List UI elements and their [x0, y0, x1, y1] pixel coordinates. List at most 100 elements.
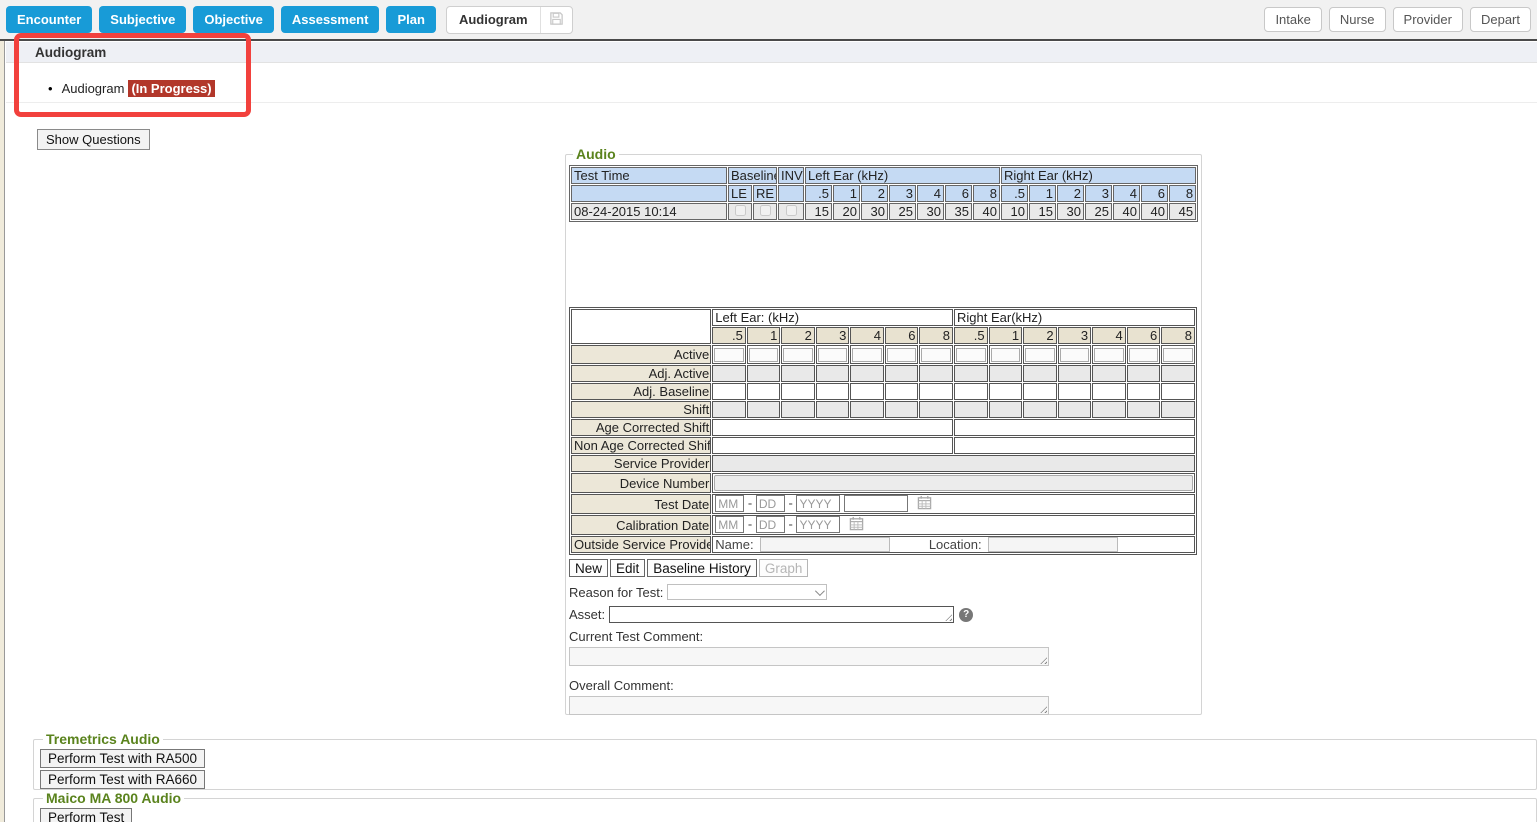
freq-header: .5 — [1001, 185, 1028, 202]
new-button[interactable]: New — [569, 559, 608, 577]
save-button[interactable] — [540, 7, 572, 33]
plan-button[interactable]: Plan — [386, 6, 435, 33]
perform-test-button[interactable]: Perform Test — [40, 808, 132, 822]
freq-header: 4 — [1113, 185, 1140, 202]
active-value-input[interactable] — [1025, 348, 1055, 362]
shift-row-label: Shift — [571, 401, 711, 418]
active-input-cell — [885, 345, 919, 364]
calendar-icon[interactable] — [849, 516, 864, 534]
freq-header: 1 — [989, 327, 1023, 344]
freq-header: 8 — [1169, 185, 1196, 202]
freq-header: 4 — [850, 327, 884, 344]
shift-row: Shift — [571, 401, 1195, 418]
active-input-cell — [816, 345, 850, 364]
depart-button[interactable]: Depart — [1470, 7, 1531, 32]
active-input-cell — [712, 345, 746, 364]
left-value: 25 — [889, 203, 916, 220]
assessment-button[interactable]: Assessment — [281, 6, 380, 33]
show-questions-button[interactable]: Show Questions — [37, 129, 150, 150]
blank-header — [778, 185, 804, 202]
calibration-date-yyyy-input[interactable] — [796, 516, 840, 533]
maico-legend: Maico MA 800 Audio — [43, 790, 184, 806]
perform-test-ra660-button[interactable]: Perform Test with RA660 — [40, 770, 205, 789]
resize-handle-icon — [1040, 657, 1047, 664]
encounter-button[interactable]: Encounter — [6, 6, 92, 33]
non-age-corrected-shift-row: Non Age Corrected Shift — [571, 437, 1195, 454]
active-value-input[interactable] — [1060, 348, 1090, 362]
active-input-cell — [1092, 345, 1126, 364]
col-inv: INV — [778, 167, 804, 184]
freq-header: 1 — [833, 185, 860, 202]
provider-button[interactable]: Provider — [1393, 7, 1463, 32]
left-value: 35 — [945, 203, 972, 220]
date-separator: - — [789, 517, 793, 532]
left-value: 15 — [805, 203, 832, 220]
test-time-input[interactable] — [844, 495, 908, 512]
audio-legend: Audio — [573, 146, 619, 162]
nurse-button[interactable]: Nurse — [1329, 7, 1386, 32]
status-badge: (In Progress) — [128, 80, 214, 97]
test-date-dd-input[interactable] — [756, 495, 785, 512]
outside-service-provider-label: Outside Service Provider — [571, 536, 711, 553]
active-value-input[interactable] — [1163, 348, 1193, 362]
list-item-label[interactable]: Audiogram — [62, 81, 125, 96]
audiogram-list-item[interactable]: • Audiogram (In Progress) — [6, 79, 1537, 97]
active-value-input[interactable] — [921, 348, 951, 362]
history-header-row-2: LE RE .5 1 2 3 4 6 8 .5 1 2 3 4 6 8 — [571, 185, 1196, 202]
adj-active-row-label: Adj. Active — [571, 365, 711, 382]
calibration-date-mm-input[interactable] — [715, 516, 744, 533]
baseline-le-cell — [728, 203, 752, 220]
resize-handle-icon — [945, 614, 952, 621]
test-date-yyyy-input[interactable] — [796, 495, 840, 512]
right-value: 15 — [1029, 203, 1056, 220]
objective-button[interactable]: Objective — [193, 6, 274, 33]
corner-cell — [571, 309, 711, 344]
active-value-input[interactable] — [852, 348, 882, 362]
tremetrics-fieldset: Tremetrics Audio Perform Test with RA500… — [33, 731, 1537, 790]
active-value-input[interactable] — [783, 348, 813, 362]
help-icon[interactable]: ? — [959, 608, 973, 622]
calibration-date-row: Calibration Date - - — [571, 515, 1195, 535]
active-value-input[interactable] — [956, 348, 986, 362]
perform-test-ra500-button[interactable]: Perform Test with RA500 — [40, 749, 205, 768]
edit-button[interactable]: Edit — [610, 559, 645, 577]
reason-for-test-select[interactable] — [667, 584, 827, 600]
right-value: 40 — [1113, 203, 1140, 220]
active-value-input[interactable] — [749, 348, 779, 362]
audio-details-table: Left Ear: (kHz) Right Ear(kHz) .5 1 2 3 … — [569, 307, 1197, 555]
calibration-date-label: Calibration Date — [571, 515, 711, 535]
active-row: Active — [571, 345, 1195, 364]
test-date-mm-input[interactable] — [715, 495, 744, 512]
calibration-date-dd-input[interactable] — [756, 516, 785, 533]
history-data-row[interactable]: 08-24-2015 10:14 15 20 30 25 30 35 40 10… — [571, 203, 1196, 220]
asset-input[interactable] — [609, 606, 954, 623]
freq-header: 1 — [1029, 185, 1056, 202]
audiogram-tab-label: Audiogram — [447, 12, 540, 27]
freq-header: 2 — [781, 327, 815, 344]
active-value-input[interactable] — [714, 348, 744, 362]
reason-for-test-label: Reason for Test: — [569, 585, 663, 600]
active-value-input[interactable] — [1129, 348, 1159, 362]
test-time-cell[interactable]: 08-24-2015 10:14 — [571, 203, 727, 220]
right-ear-header: Right Ear(kHz) — [954, 309, 1195, 326]
active-value-input[interactable] — [887, 348, 917, 362]
graph-button: Graph — [759, 559, 809, 577]
intake-button[interactable]: Intake — [1264, 7, 1321, 32]
freq-header: 1 — [747, 327, 781, 344]
calendar-icon[interactable] — [917, 495, 932, 513]
baseline-history-button[interactable]: Baseline History — [647, 559, 757, 577]
active-value-input[interactable] — [818, 348, 848, 362]
active-value-input[interactable] — [1094, 348, 1124, 362]
list-separator — [6, 102, 1537, 103]
details-header-row-1: Left Ear: (kHz) Right Ear(kHz) — [571, 309, 1195, 326]
audiogram-tab[interactable]: Audiogram — [446, 6, 573, 34]
freq-header: 2 — [1057, 185, 1084, 202]
freq-header: .5 — [712, 327, 746, 344]
freq-header: 3 — [816, 327, 850, 344]
bullet-icon: • — [48, 81, 53, 96]
current-test-comment-label: Current Test Comment: — [569, 629, 1198, 644]
test-date-label: Test Date — [571, 494, 711, 514]
active-value-input[interactable] — [991, 348, 1021, 362]
subjective-button[interactable]: Subjective — [99, 6, 186, 33]
freq-header: 6 — [1127, 327, 1161, 344]
